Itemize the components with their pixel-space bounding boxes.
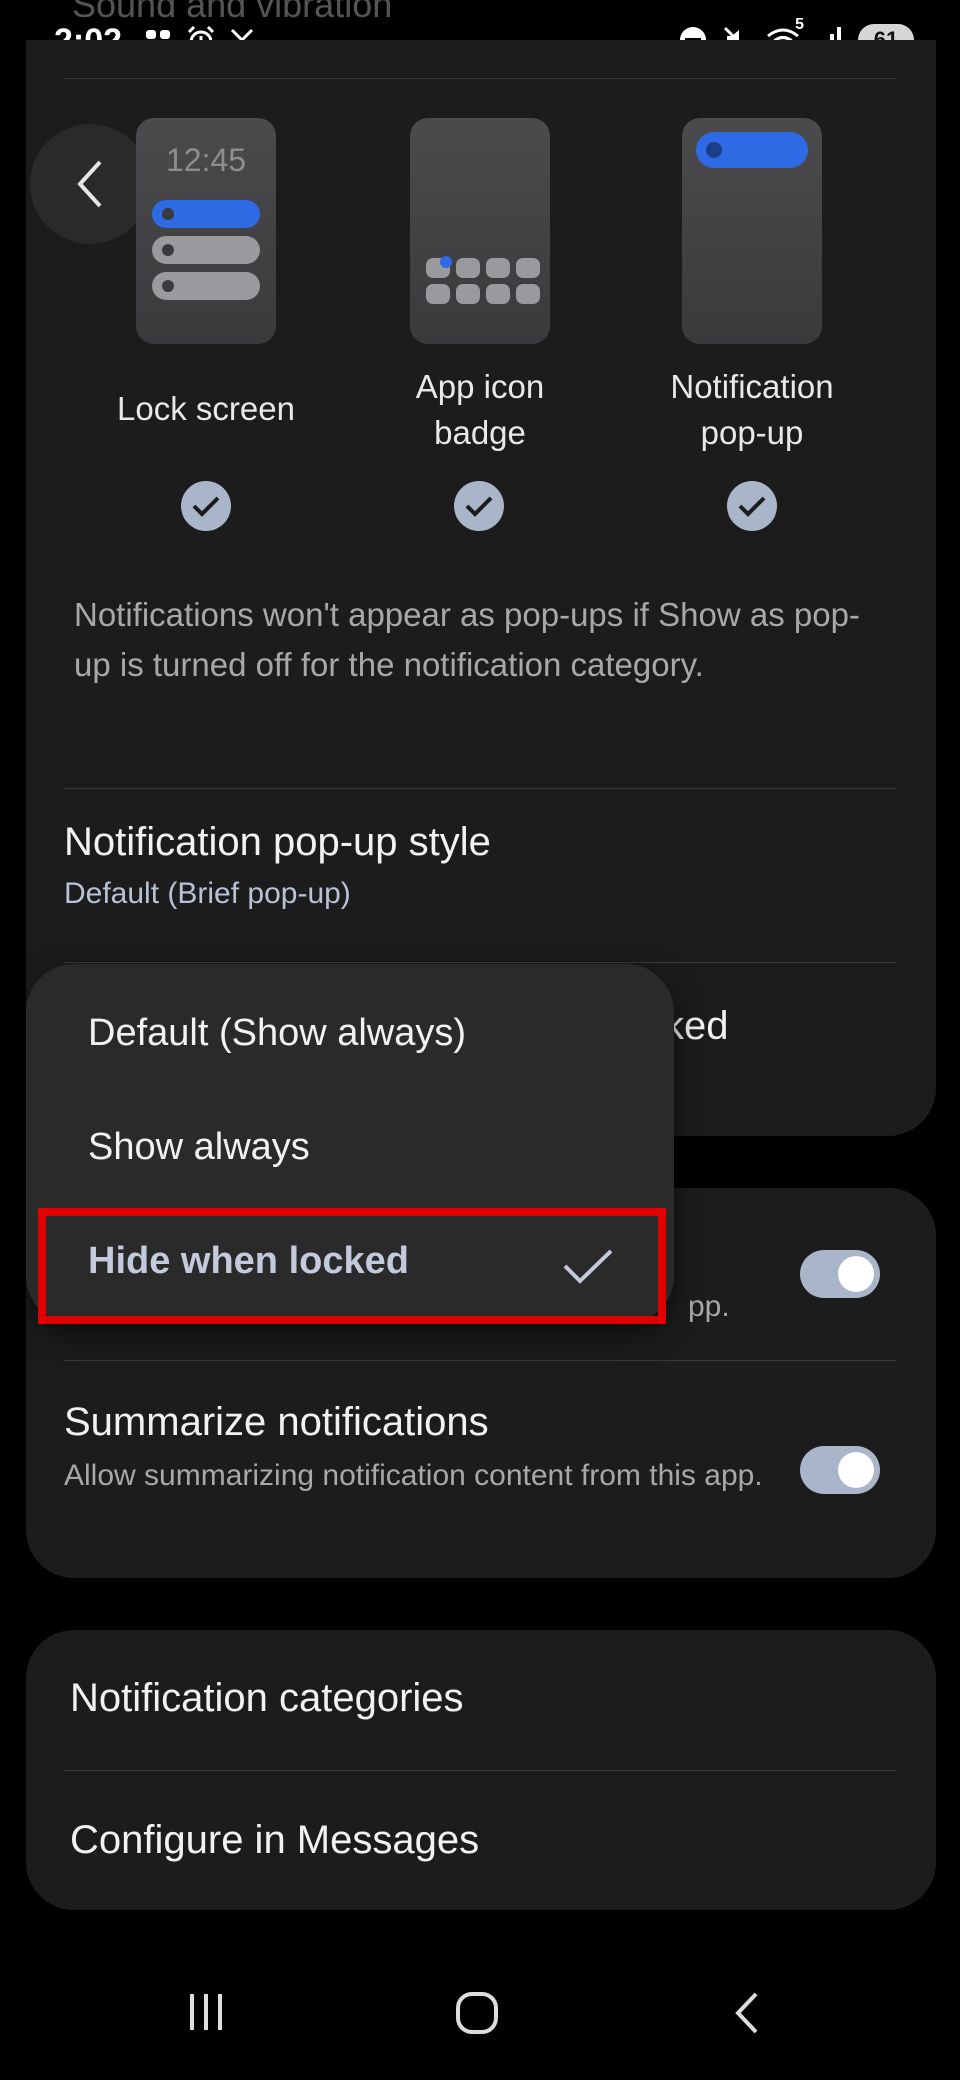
header-divider xyxy=(64,78,896,79)
page-title: Sound and vibration xyxy=(72,0,393,25)
badge-dot xyxy=(440,256,452,268)
app-icon-badge-label: App icon badge xyxy=(415,368,545,451)
preview-notification-row xyxy=(152,272,260,300)
back-button[interactable] xyxy=(30,124,150,244)
notification-categories-link[interactable]: Notification categories xyxy=(70,1676,464,1721)
popup-style-title: Notification pop-up style xyxy=(64,820,491,864)
summarize-toggle[interactable] xyxy=(800,1446,880,1494)
wifi-label: 5 xyxy=(795,16,804,33)
dropdown-option-default[interactable]: Default (Show always) xyxy=(88,1012,466,1055)
preview-notification-row xyxy=(152,200,260,228)
notification-popup-label: Notification pop-up xyxy=(670,368,834,451)
hidden-row-toggle[interactable] xyxy=(800,1250,880,1298)
preview-notification-row xyxy=(152,236,260,264)
divider xyxy=(64,788,896,789)
preview-time: 12:45 xyxy=(165,142,247,178)
divider xyxy=(64,962,896,963)
highlight-box xyxy=(38,1208,666,1324)
notification-popup-checkbox[interactable] xyxy=(727,481,777,531)
popup-style-row[interactable]: Notification pop-up style Default (Brief… xyxy=(64,820,864,911)
summarize-title: Summarize notifications xyxy=(64,1400,489,1444)
notification-popup-preview[interactable] xyxy=(682,118,822,344)
summarize-row[interactable]: Summarize notifications Allow summarizin… xyxy=(64,1400,764,1498)
check-icon xyxy=(192,496,220,517)
lock-screen-preview[interactable]: 12:45 xyxy=(136,118,276,344)
check-icon xyxy=(465,496,493,517)
home-icon[interactable] xyxy=(454,1990,500,2036)
check-icon xyxy=(738,496,766,517)
popup-description: Notifications won't appear as pop-ups if… xyxy=(74,596,860,683)
divider xyxy=(64,1360,896,1361)
popup-pill xyxy=(696,132,808,168)
app-icon-badge-checkbox[interactable] xyxy=(454,481,504,531)
dropdown-option-show-always[interactable]: Show always xyxy=(88,1126,310,1169)
chevron-left-icon xyxy=(77,160,102,208)
hidden-toggle-desc-suffix: pp. xyxy=(688,1290,730,1323)
lock-screen-checkbox[interactable] xyxy=(181,481,231,531)
lock-screen-label: Lock screen xyxy=(117,390,295,427)
divider xyxy=(64,1770,896,1771)
summarize-description: Allow summarizing notification content f… xyxy=(64,1459,763,1492)
recents-icon[interactable] xyxy=(184,1990,228,2034)
app-icon-badge-preview[interactable] xyxy=(410,118,550,344)
popup-style-value: Default (Brief pop-up) xyxy=(64,877,351,910)
back-icon[interactable] xyxy=(730,1990,764,2036)
configure-in-messages-link[interactable]: Configure in Messages xyxy=(70,1818,479,1863)
